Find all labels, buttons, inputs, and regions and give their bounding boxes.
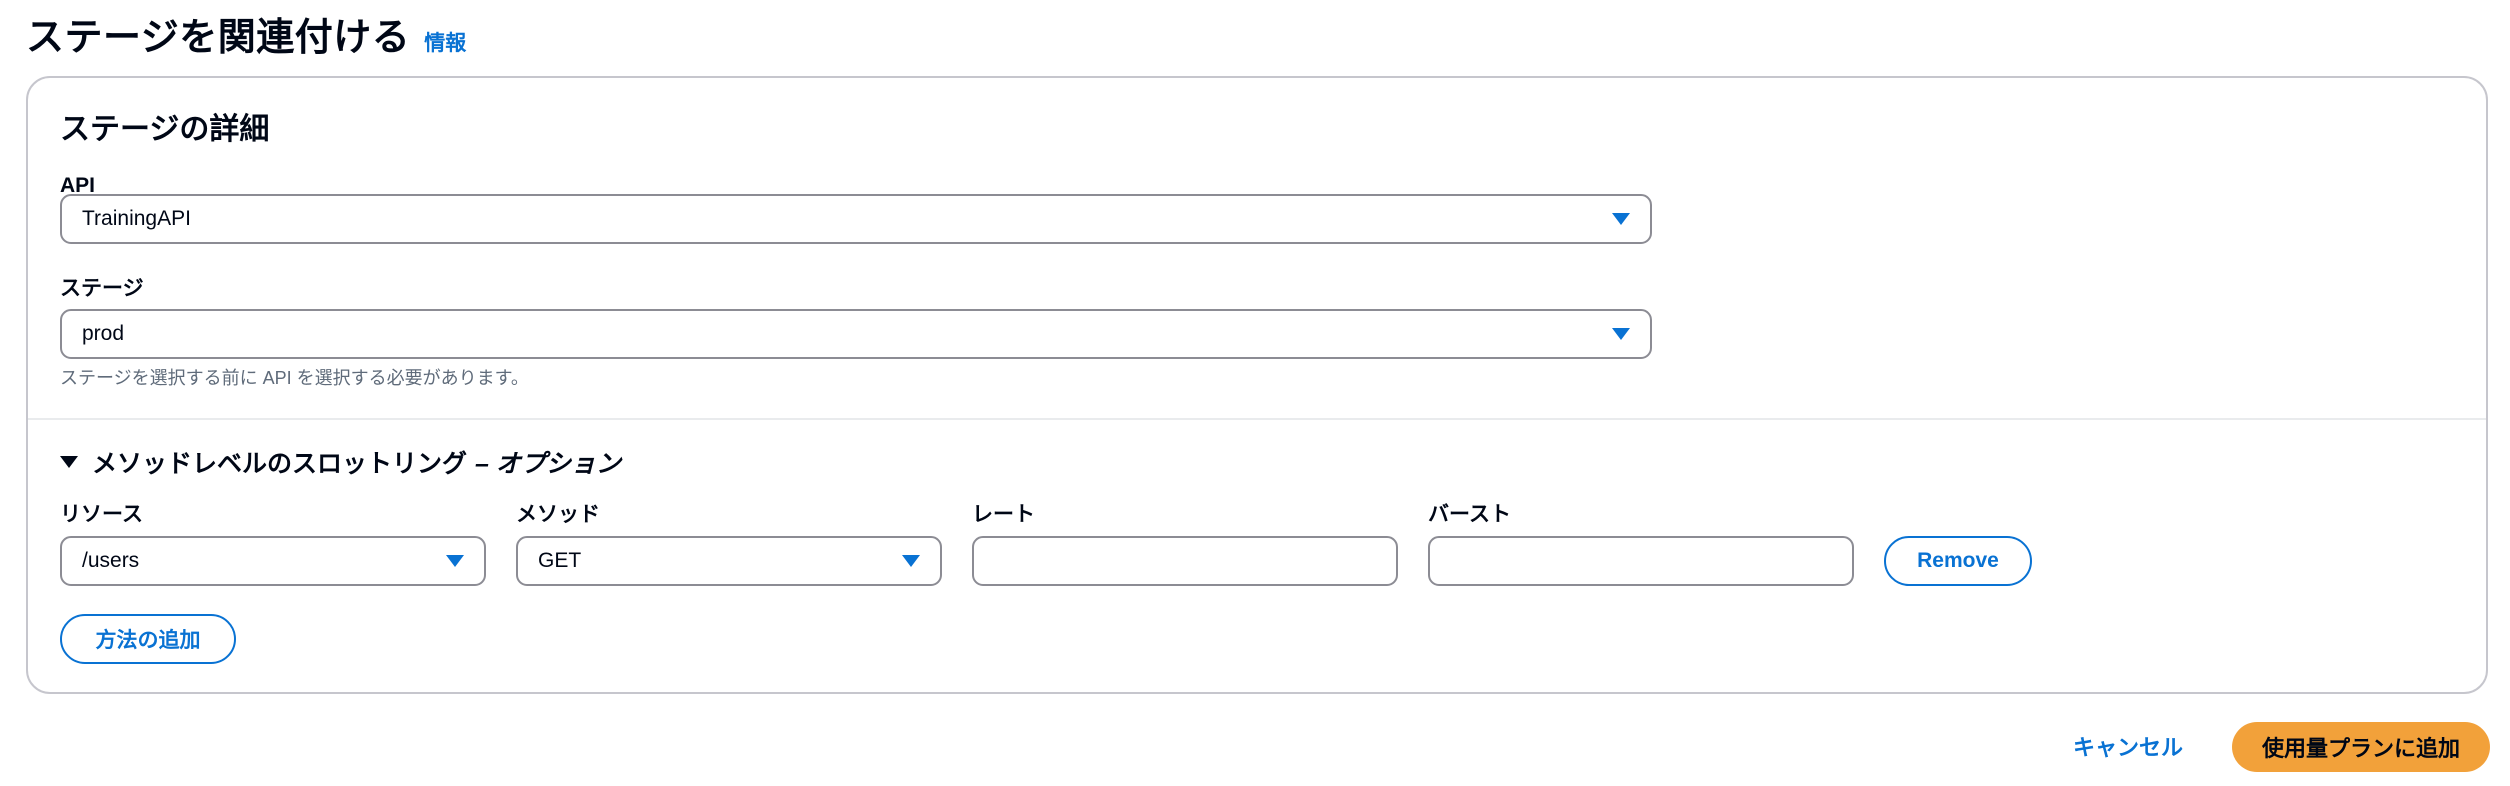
page: ステージを関連付ける 情報 ステージの詳細 API TrainingAPI ステ… xyxy=(0,0,2510,786)
caret-down-icon xyxy=(446,555,464,567)
stage-hint: ステージを選択する前に API を選択する必要があります。 xyxy=(60,368,529,388)
remove-button[interactable]: Remove xyxy=(1884,536,2032,586)
method-select-value: GET xyxy=(538,549,582,572)
rate-label: レート xyxy=(972,503,1035,526)
page-header: ステージを関連付ける 情報 xyxy=(26,6,466,59)
burst-label: バースト xyxy=(1428,503,1511,526)
caret-down-icon xyxy=(1612,328,1630,340)
stage-select-value: prod xyxy=(82,322,125,345)
add-method-button[interactable]: 方法の追加 xyxy=(60,614,236,664)
resource-label: リソース xyxy=(60,503,143,526)
stage-label: ステージ xyxy=(60,277,144,300)
cancel-button[interactable]: キャンセル xyxy=(2073,730,2183,762)
resource-select[interactable]: /users xyxy=(60,536,486,586)
page-title: ステージを関連付ける xyxy=(26,17,411,59)
caret-down-icon xyxy=(1612,213,1630,225)
stage-select[interactable]: prod xyxy=(60,309,1652,359)
resource-select-value: /users xyxy=(82,549,140,572)
rate-input[interactable] xyxy=(972,536,1398,586)
add-to-usage-plan-button[interactable]: 使用量プランに追加 xyxy=(2232,722,2490,772)
section-title: ステージの詳細 xyxy=(60,113,270,146)
throttling-title: メソッドレベルのスロットリング xyxy=(92,450,468,478)
burst-input[interactable] xyxy=(1428,536,1854,586)
info-link[interactable]: 情報 xyxy=(424,27,466,57)
caret-down-icon xyxy=(60,456,78,468)
caret-down-icon xyxy=(902,555,920,567)
method-label: メソッド xyxy=(516,503,600,526)
throttling-optional-suffix: – オプション xyxy=(475,450,621,478)
method-select[interactable]: GET xyxy=(516,536,942,586)
throttling-expand-toggle[interactable]: メソッドレベルのスロットリング – オプション xyxy=(60,444,621,480)
api-select-value: TrainingAPI xyxy=(82,207,191,230)
stage-details-panel: ステージの詳細 API TrainingAPI ステージ prod ステージを選… xyxy=(26,76,2488,694)
api-select[interactable]: TrainingAPI xyxy=(60,194,1652,244)
divider xyxy=(28,418,2486,420)
